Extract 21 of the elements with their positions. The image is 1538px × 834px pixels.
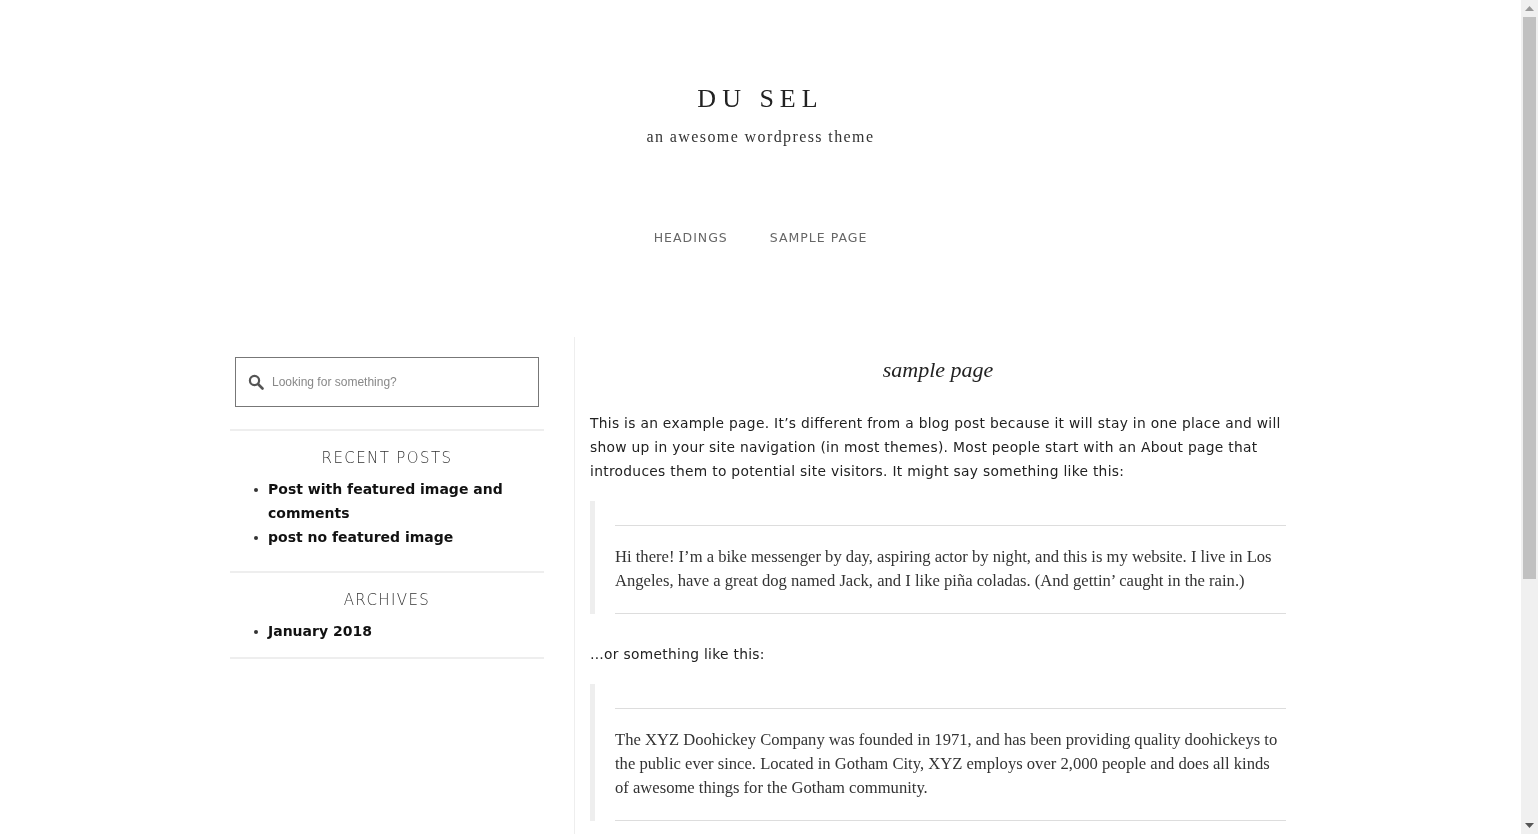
widget-title: RECENT POSTS: [320, 449, 454, 467]
scrollbar-thumb[interactable]: [1523, 17, 1536, 579]
paragraph: This is an example page. It’s different from a blog post because it will stay in one place and will show up in your site navigation (in most themes). Most people start with an About page that introduces them to potential site visitors. It might say something like this:: [590, 414, 1282, 481]
widget-title: ARCHIVES: [342, 591, 432, 609]
post-link[interactable]: January 2018: [268, 619, 372, 643]
quote-text: Hi there! I’m a bike messenger by day, aspiring actor by night, and this is my website. I live in Los Angeles, have a great dog named Jack, and I like piña coladas. (And gettin’ caught in the rain.): [615, 525, 1286, 614]
paragraph: …or something like this:: [590, 645, 766, 664]
post-link[interactable]: post no featured image: [268, 525, 454, 549]
site-title[interactable]: DU SEL: [697, 84, 824, 114]
nav-link[interactable]: SAMPLE PAGE: [769, 230, 868, 245]
nav-link[interactable]: HEADINGS: [653, 230, 728, 245]
scrollbar[interactable]: [1521, 0, 1538, 834]
bullet-icon: [254, 630, 258, 634]
bullet-icon: [254, 488, 258, 492]
scroll-up-icon[interactable]: [1525, 6, 1534, 11]
scroll-down-icon[interactable]: [1525, 823, 1534, 828]
search-field[interactable]: Looking for something?: [235, 357, 539, 407]
quote-text: The XYZ Doohickey Company was founded in 1971, and has been providing quality doohickeys to the public ever since. Located in Gotham City, XYZ employs over 2,000 people and does all kinds of awesome things for the Gotham community.: [615, 708, 1286, 821]
bullet-icon: [254, 536, 258, 540]
page-title: sample page: [881, 357, 995, 383]
site-tagline: an awesome wordpress theme: [646, 128, 875, 146]
